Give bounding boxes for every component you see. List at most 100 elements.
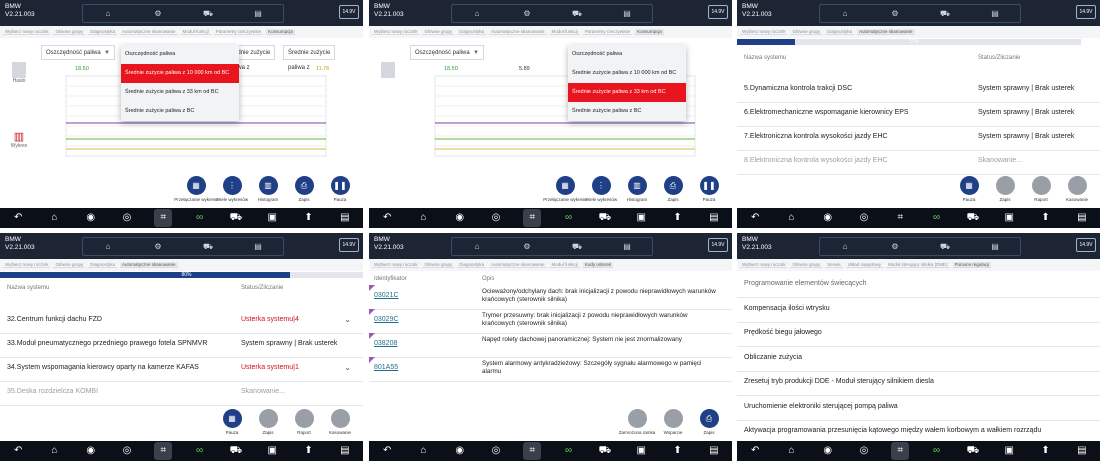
globe-icon[interactable]: ◎ <box>855 442 873 460</box>
breadcrumb-item[interactable]: Moduł funkcji <box>549 262 580 268</box>
home-icon[interactable]: ⌂ <box>452 238 502 255</box>
camera-icon[interactable]: ◉ <box>451 209 469 227</box>
book-icon[interactable]: ▤ <box>705 442 723 460</box>
crop-icon[interactable]: ⌗ <box>154 209 173 227</box>
car-icon[interactable]: ⛟ <box>920 238 970 255</box>
action-button[interactable]: ⎙ Kasowanie <box>325 409 355 441</box>
breadcrumb-item[interactable]: Parametry rzeczywiste <box>213 29 264 35</box>
breadcrumb-item[interactable]: Wybierz nowy rocznik <box>3 262 51 268</box>
print-icon[interactable]: ▤ <box>970 238 1020 255</box>
breadcrumb-item[interactable]: Moduł funkcji <box>549 29 580 35</box>
breadcrumb-item[interactable]: Pomoce regulacji <box>952 262 992 268</box>
home-icon[interactable]: ⌂ <box>414 209 432 227</box>
breadcrumb-item[interactable]: Główne grupy <box>790 29 823 35</box>
menu-item[interactable]: Średnie zużycie paliwa z 10 000 km od BC <box>568 64 686 83</box>
car-icon[interactable]: ⛟ <box>596 209 614 227</box>
camera-icon[interactable]: ◉ <box>451 442 469 460</box>
chevron-down-icon[interactable]: ⌄ <box>344 315 351 324</box>
breadcrumb-item[interactable]: Główne grupy <box>422 29 455 35</box>
breadcrumb-item[interactable]: Główne grupy <box>53 29 86 35</box>
car-icon[interactable]: ⛟ <box>596 442 614 460</box>
globe-icon[interactable]: ◎ <box>118 442 136 460</box>
system-row[interactable]: ⌄ 32.Centrum funkcji dachu FZD Usterka sys… <box>0 309 363 334</box>
action-button[interactable]: ⎙ Zapis <box>658 176 688 208</box>
crop-icon[interactable]: ⌗ <box>523 442 542 460</box>
home-icon[interactable]: ⌂ <box>414 442 432 460</box>
home-icon[interactable]: ⌂ <box>83 238 133 255</box>
action-button[interactable]: ⎙ Zapis <box>694 409 724 441</box>
crop-icon[interactable]: ⌗ <box>891 442 910 460</box>
sidebar-chart-tool[interactable]: ▥ Wykres <box>8 130 30 149</box>
car-icon[interactable]: ⛟ <box>227 209 245 227</box>
print-icon[interactable]: ▤ <box>602 238 652 255</box>
fault-code[interactable]: 03029C <box>374 316 399 323</box>
action-button[interactable]: ⎙ Kasowanie <box>1062 176 1092 208</box>
fault-row[interactable]: 03021C Ocieważony/odchylany dach: brak in… <box>369 285 732 310</box>
action-button[interactable]: ▥ Raport <box>1026 176 1056 208</box>
breadcrumb-item[interactable]: Diagnostyka <box>457 29 487 35</box>
car-icon[interactable]: ⛟ <box>183 238 233 255</box>
fault-code[interactable]: 038208 <box>374 340 397 347</box>
menu-item[interactable]: Oszczędność paliwa <box>568 45 686 64</box>
function-item[interactable]: Obliczanie zużycia <box>737 347 1100 372</box>
breadcrumb-item[interactable]: Moduł sterujący silnika (DME) <box>886 262 950 268</box>
breadcrumb-item[interactable]: Diagnostyka <box>88 262 118 268</box>
vci-icon[interactable]: ▣ <box>263 209 281 227</box>
function-item[interactable]: Prędkość biegu jałowego <box>737 322 1100 347</box>
breadcrumb-item[interactable]: Konsumpcja <box>635 29 664 35</box>
system-row[interactable]: 5.Dynamiczna kontrola trakcji DSC System … <box>737 78 1100 103</box>
breadcrumb-item[interactable]: Wybierz nowy rocznik <box>372 29 420 35</box>
action-button[interactable]: ⋮ Zapis <box>990 176 1020 208</box>
dropdown-param-3[interactable]: Średnie zużycie paliwa z <box>283 45 335 71</box>
menu-item[interactable]: Średnie zużycie paliwa z 33 km od BC <box>568 83 686 102</box>
car-icon[interactable]: ⛟ <box>964 442 982 460</box>
menu-item[interactable]: Średnie zużycie paliwa z 33 km od BC <box>121 83 239 102</box>
action-button[interactable]: ▥ Histogram <box>253 176 283 208</box>
action-button[interactable]: ❚❚ Pauza <box>325 176 355 208</box>
fault-code[interactable]: 801A55 <box>374 364 398 371</box>
print-icon[interactable]: ▤ <box>233 238 283 255</box>
link-icon[interactable]: ∞ <box>191 442 209 460</box>
breadcrumb-item[interactable]: Moduł funkcji <box>180 29 211 35</box>
function-item[interactable]: Zresetuj tryb produkcji DDE - Moduł ster… <box>737 371 1100 396</box>
print-icon[interactable]: ▤ <box>970 5 1020 22</box>
function-item[interactable]: Uruchomienie elektroniki sterującej pomp… <box>737 396 1100 421</box>
gear-icon[interactable]: ⚙ <box>502 5 552 22</box>
menu-item[interactable]: Średnie zużycie paliwa z BC <box>121 102 239 121</box>
breadcrumb-item[interactable]: Wybierz nowy rocznik <box>3 29 51 35</box>
breadcrumb-item[interactable]: Główne grupy <box>790 262 823 268</box>
breadcrumb-item[interactable]: Diagnostyka <box>825 29 855 35</box>
upload-icon[interactable]: ⬆ <box>300 209 318 227</box>
link-icon[interactable]: ∞ <box>191 209 209 227</box>
breadcrumb-item[interactable]: Układ napędowy <box>845 262 884 268</box>
sidebar-note-tool[interactable]: Hasło <box>8 62 30 84</box>
breadcrumb-item[interactable]: Wybierz nowy rocznik <box>740 29 788 35</box>
crop-icon[interactable]: ⌗ <box>523 209 542 227</box>
book-icon[interactable]: ▤ <box>705 209 723 227</box>
action-button[interactable]: ▦ Pauza <box>217 409 247 441</box>
globe-icon[interactable]: ◎ <box>855 209 873 227</box>
link-icon[interactable]: ∞ <box>928 209 946 227</box>
upload-icon[interactable]: ⬆ <box>1037 209 1055 227</box>
breadcrumb-item[interactable]: Serwis <box>825 262 843 268</box>
breadcrumb-item[interactable]: Diagnostyka <box>88 29 118 35</box>
breadcrumb-item[interactable]: Automatyczne skanowanie <box>120 29 178 35</box>
action-button[interactable]: ⋮ Wiele wykresów <box>585 176 617 208</box>
book-icon[interactable]: ▤ <box>336 442 354 460</box>
back-icon[interactable]: ↶ <box>9 442 27 460</box>
gear-icon[interactable]: ⚙ <box>133 238 183 255</box>
action-button[interactable]: ⋮ Wiele wykresów <box>216 176 248 208</box>
back-icon[interactable]: ↶ <box>378 442 396 460</box>
action-button[interactable]: ? Wsparcie <box>658 409 688 441</box>
car-icon[interactable]: ⛟ <box>552 238 602 255</box>
system-row[interactable]: ⌄ 34.System wspomagania kierowcy oparty n… <box>0 357 363 382</box>
car-icon[interactable]: ⛟ <box>964 209 982 227</box>
vci-icon[interactable]: ▣ <box>632 209 650 227</box>
link-icon[interactable]: ∞ <box>928 442 946 460</box>
back-icon[interactable]: ↶ <box>746 442 764 460</box>
gear-icon[interactable]: ⚙ <box>870 5 920 22</box>
breadcrumb-item[interactable]: Wybierz nowy rocznik <box>740 262 788 268</box>
vci-icon[interactable]: ▣ <box>1000 209 1018 227</box>
vci-icon[interactable]: ▣ <box>1000 442 1018 460</box>
fault-code[interactable]: 03021C <box>374 292 399 299</box>
